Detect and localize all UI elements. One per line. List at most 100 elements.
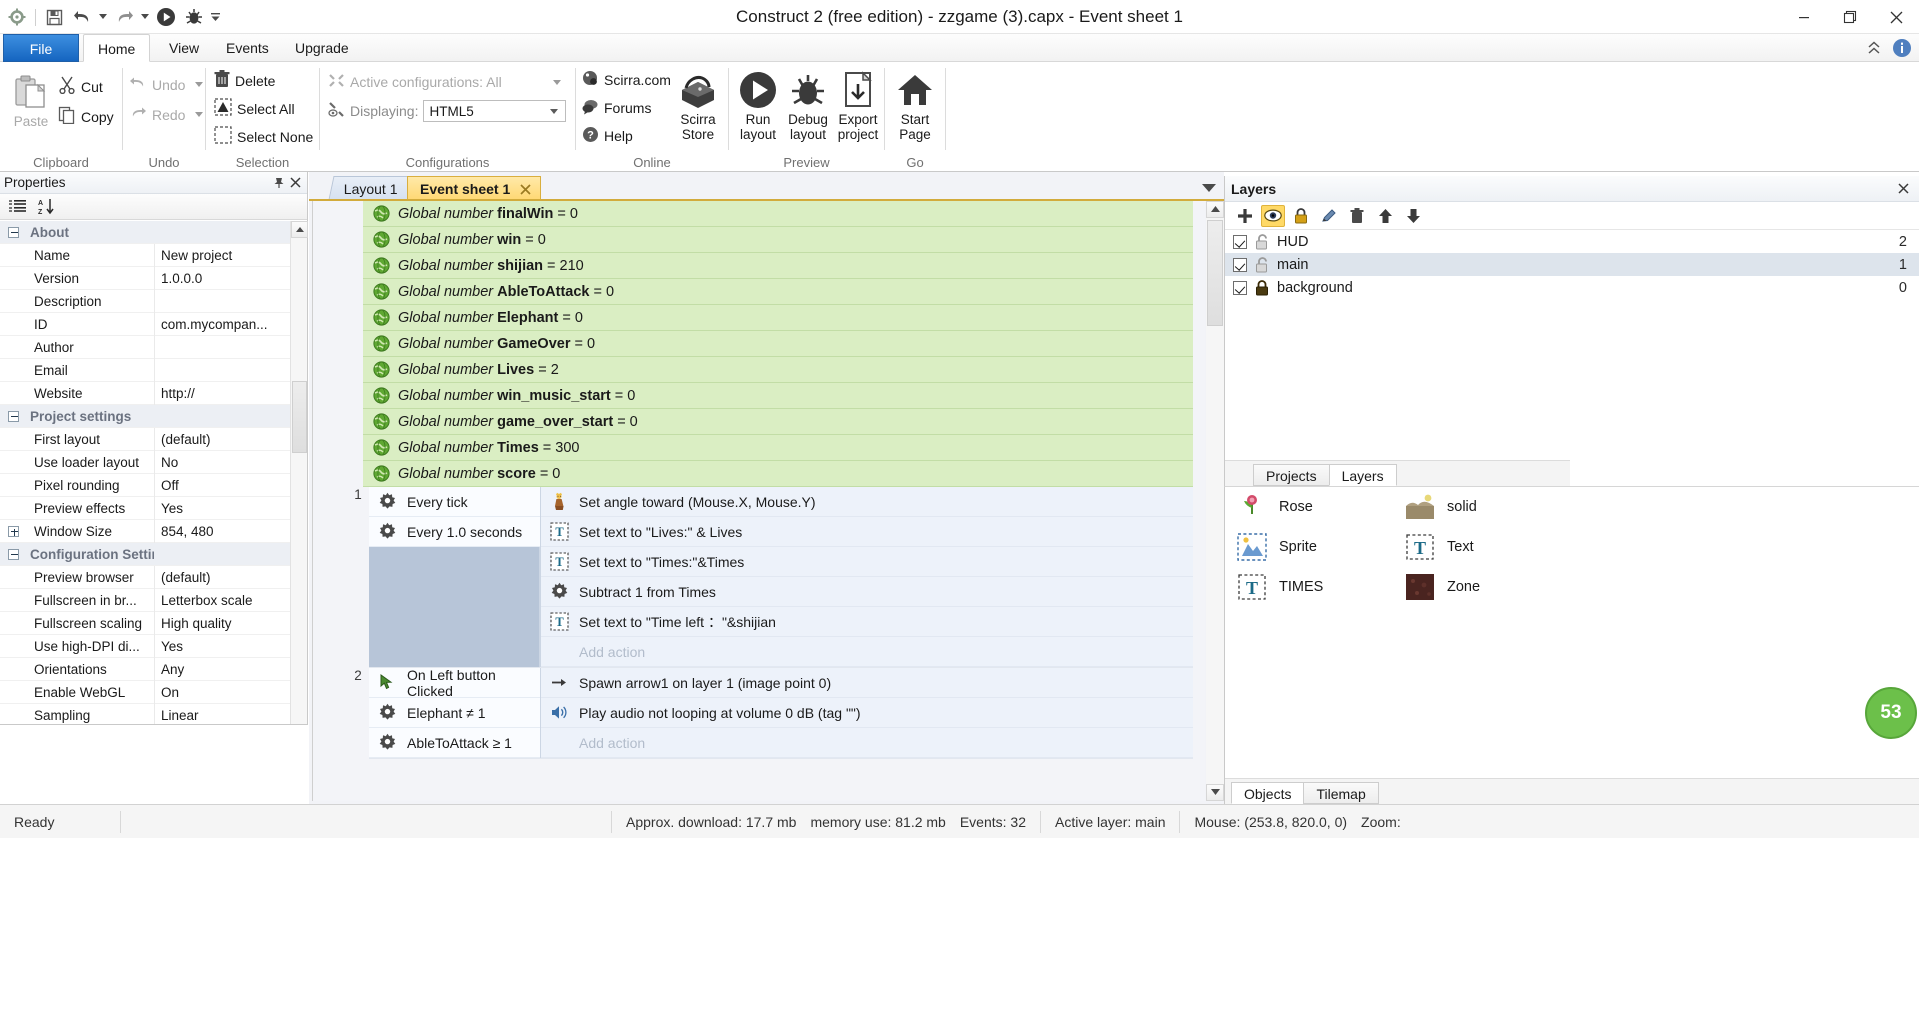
- event-condition[interactable]: Every tick: [369, 487, 540, 517]
- pin-icon[interactable]: [271, 175, 287, 191]
- event-action[interactable]: Play audio not looping at volume 0 dB (t…: [541, 698, 1193, 728]
- property-row[interactable]: Pixel rounding Off: [0, 473, 291, 497]
- property-value[interactable]: http://: [154, 381, 291, 405]
- lock-open-icon[interactable]: [1255, 233, 1269, 250]
- undo-icon[interactable]: [69, 4, 95, 30]
- global-variable-row[interactable]: Global number game_over_start = 0: [363, 409, 1193, 435]
- collapse-minus-icon[interactable]: [7, 410, 19, 422]
- rename-layer-icon[interactable]: [1317, 205, 1341, 227]
- property-row[interactable]: Website http://: [0, 381, 291, 405]
- property-row[interactable]: Use loader layout No: [0, 450, 291, 474]
- layer-row[interactable]: HUD 2: [1225, 230, 1919, 253]
- global-variable-row[interactable]: Global number win_music_start = 0: [363, 383, 1193, 409]
- move-layer-down-icon[interactable]: [1401, 205, 1425, 227]
- layer-visibility-checkbox[interactable]: [1233, 280, 1247, 295]
- property-value[interactable]: Any: [154, 657, 291, 681]
- property-row[interactable]: Preview effects Yes: [0, 496, 291, 520]
- scirra-store-button[interactable]: Scirra Store: [670, 68, 726, 142]
- object-bar-item[interactable]: T TIMES: [1235, 571, 1323, 603]
- run-icon[interactable]: [153, 4, 179, 30]
- property-row[interactable]: Fullscreen scaling High quality: [0, 611, 291, 635]
- ribbon-tab-events[interactable]: Events: [212, 34, 283, 62]
- event-block[interactable]: 1 Every tick Every 1.0 seconds Set angle to…: [347, 487, 1193, 668]
- close-icon[interactable]: [1895, 181, 1911, 197]
- scroll-up-arrow-icon[interactable]: [1206, 201, 1224, 218]
- property-row[interactable]: Name New project: [0, 243, 291, 267]
- lock-layer-icon[interactable]: [1289, 205, 1313, 227]
- event-sheet-canvas[interactable]: Global number finalWin = 0 Global number win…: [312, 201, 1205, 801]
- global-variable-row[interactable]: Global number score = 0: [363, 461, 1193, 487]
- paste-button[interactable]: Paste: [8, 70, 54, 129]
- event-action[interactable]: Set angle toward (Mouse.X, Mouse.Y): [541, 487, 1193, 517]
- property-value[interactable]: On: [154, 680, 291, 704]
- event-action[interactable]: T Set text to "Times:"&Times: [541, 547, 1193, 577]
- object-bar-item[interactable]: solid: [1403, 491, 1477, 523]
- property-value[interactable]: Yes: [154, 634, 291, 658]
- global-variable-row[interactable]: Global number AbleToAttack = 0: [363, 279, 1193, 305]
- property-value[interactable]: Letterbox scale: [154, 588, 291, 612]
- dock-tab-tilemap[interactable]: Tilemap: [1303, 782, 1379, 804]
- debug-icon[interactable]: [181, 4, 207, 30]
- property-row[interactable]: First layout (default): [0, 427, 291, 451]
- event-block[interactable]: 2 On Left button Clicked Elephant ≠ 1 AbleT…: [347, 667, 1193, 759]
- property-value[interactable]: No: [154, 450, 291, 474]
- add-action-button[interactable]: Add action: [541, 637, 1193, 667]
- object-bar-item[interactable]: Rose: [1235, 491, 1313, 523]
- customize-qat-icon[interactable]: [209, 4, 221, 30]
- ribbon-tab-home[interactable]: Home: [83, 34, 151, 62]
- export-project-button[interactable]: Export project: [833, 68, 883, 142]
- property-category-row[interactable]: Project settings: [0, 405, 291, 428]
- property-row[interactable]: Preview browser (default): [0, 565, 291, 589]
- property-value[interactable]: [154, 335, 291, 359]
- event-action[interactable]: T Set text to "Lives:" & Lives: [541, 517, 1193, 547]
- undo-dropdown-icon[interactable]: [195, 82, 204, 87]
- layer-row[interactable]: background 0: [1225, 276, 1919, 299]
- document-tab-event-sheet-1[interactable]: Event sheet 1: [407, 176, 542, 200]
- lock-open-icon[interactable]: [1255, 256, 1269, 273]
- property-value[interactable]: High quality: [154, 611, 291, 635]
- event-condition[interactable]: On Left button Clicked: [369, 667, 540, 699]
- property-value[interactable]: 854, 480: [154, 519, 291, 543]
- redo-icon[interactable]: [111, 4, 137, 30]
- alphabetical-sort-icon[interactable]: AZ: [36, 197, 56, 217]
- event-action[interactable]: Subtract 1 from Times: [541, 577, 1193, 607]
- delete-button[interactable]: Delete: [214, 70, 275, 91]
- properties-scrollbar[interactable]: [290, 221, 308, 804]
- select-all-button[interactable]: Select All: [214, 98, 295, 119]
- event-condition[interactable]: Every 1.0 seconds: [369, 517, 540, 547]
- expand-plus-icon[interactable]: [7, 525, 19, 537]
- event-action[interactable]: Spawn arrow1 on layer 1 (image point 0): [541, 668, 1193, 698]
- property-row[interactable]: Window Size 854, 480: [0, 519, 291, 543]
- categorized-icon[interactable]: [8, 197, 28, 217]
- layer-visibility-checkbox[interactable]: [1233, 234, 1247, 249]
- construct-logo-icon[interactable]: [4, 4, 30, 30]
- layer-visibility-checkbox[interactable]: [1233, 257, 1247, 272]
- property-value[interactable]: [154, 358, 291, 382]
- object-bar-item[interactable]: Sprite: [1235, 531, 1317, 563]
- event-sheet-scroll-thumb[interactable]: [1207, 220, 1223, 326]
- redo-dropdown-icon[interactable]: [139, 4, 151, 30]
- cut-button[interactable]: Cut: [58, 76, 103, 97]
- document-tab-menu-icon[interactable]: [1198, 178, 1220, 198]
- undo-dropdown-icon[interactable]: [97, 4, 109, 30]
- displaying-control[interactable]: Displaying: HTML5: [328, 100, 566, 122]
- global-variable-row[interactable]: Global number shijian = 210: [363, 253, 1193, 279]
- layer-row[interactable]: main 1: [1225, 253, 1919, 276]
- scroll-up-arrow-icon[interactable]: [291, 221, 308, 238]
- ribbon-tab-view[interactable]: View: [155, 34, 213, 62]
- property-value[interactable]: [154, 289, 291, 313]
- property-row[interactable]: Description: [0, 289, 291, 313]
- copy-button[interactable]: Copy: [58, 106, 114, 127]
- select-none-button[interactable]: Select None: [214, 126, 313, 147]
- property-value[interactable]: (default): [154, 427, 291, 451]
- start-page-button[interactable]: Start Page: [889, 68, 941, 142]
- document-tab-layout-1[interactable]: Layout 1: [328, 176, 414, 200]
- event-condition[interactable]: Elephant ≠ 1: [369, 698, 540, 728]
- condition-column[interactable]: Every tick Every 1.0 seconds: [369, 487, 541, 667]
- displaying-select[interactable]: HTML5: [423, 100, 566, 122]
- minimize-button[interactable]: [1781, 0, 1827, 34]
- redo-button[interactable]: Redo: [129, 106, 208, 123]
- property-value[interactable]: 1.0.0.0: [154, 266, 291, 290]
- close-icon[interactable]: [518, 182, 532, 196]
- active-configurations-dropdown-icon[interactable]: [553, 79, 561, 85]
